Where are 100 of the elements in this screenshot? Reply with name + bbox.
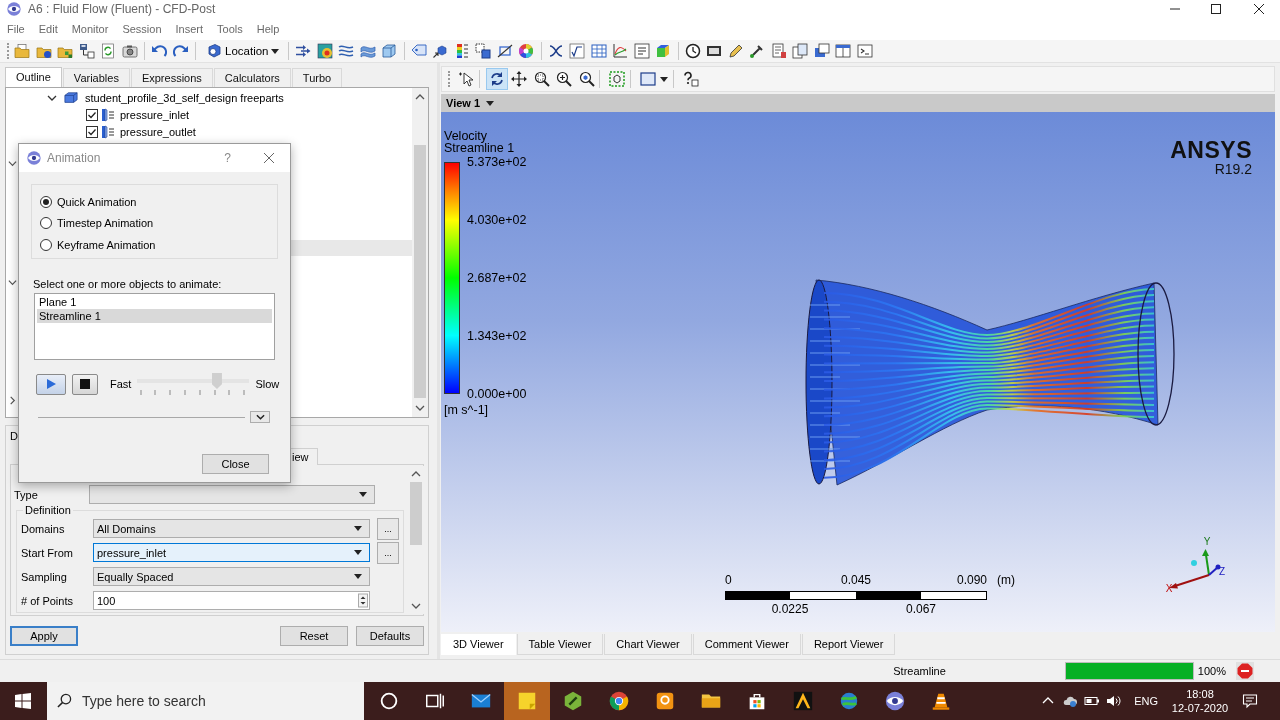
dropdown[interactable]: Equally Spaced: [93, 567, 370, 586]
menu-item[interactable]: Tools: [210, 22, 250, 36]
tab[interactable]: Table Viewer: [516, 634, 604, 655]
location-button[interactable]: Location: [202, 41, 284, 61]
expand-button[interactable]: [250, 411, 270, 423]
pages-icon[interactable]: [792, 43, 809, 59]
tab[interactable]: Expressions: [130, 68, 213, 87]
checkbox[interactable]: [86, 108, 98, 121]
tab[interactable]: Report Viewer: [801, 634, 896, 655]
hexagon-arrow-icon[interactable]: [432, 43, 449, 59]
speaker-icon[interactable]: [1106, 693, 1123, 709]
rounded-tile-icon[interactable]: [654, 690, 676, 712]
menu-item[interactable]: Edit: [31, 22, 65, 36]
wave-lines-icon[interactable]: [338, 43, 355, 59]
redo-icon[interactable]: [172, 43, 189, 59]
ribbon-icon[interactable]: [360, 43, 376, 59]
copies-icon[interactable]: [475, 43, 492, 59]
notification-icon[interactable]: [1242, 693, 1258, 709]
clip-plane-icon[interactable]: [497, 43, 513, 59]
formula-icon[interactable]: [569, 43, 586, 59]
note-icon[interactable]: [771, 43, 787, 59]
close-icon[interactable]: [1254, 4, 1264, 14]
rectangle-icon[interactable]: [706, 43, 723, 59]
radio-label[interactable]: Timestep Animation: [57, 217, 154, 230]
language-indicator[interactable]: ENG: [1134, 695, 1158, 707]
pencil-icon[interactable]: [728, 43, 744, 59]
radio-button[interactable]: [40, 238, 52, 251]
clock[interactable]: 18:08 12-07-2020: [1168, 687, 1232, 715]
color-wheel-icon[interactable]: [518, 43, 535, 59]
view-selector[interactable]: View 1: [446, 97, 495, 109]
caret-icon[interactable]: [660, 76, 668, 82]
sticky-note-icon[interactable]: [504, 682, 550, 720]
menu-item[interactable]: Insert: [168, 22, 211, 36]
tree-item[interactable]: student_profile_3d_self_design freeparts: [85, 91, 284, 104]
action-button[interactable]: Defaults: [356, 626, 424, 646]
3d-viewport[interactable]: Velocity Streamline 1 5.373e+02 4.030e+02 2.687e+02 1.343e+02 0.000e+00 [m s^-1] ANSYS R19.2 0 0.045 0.090 (m) 0.0225 0.067 X Y Z: [441, 112, 1275, 632]
table-icon[interactable]: [591, 43, 607, 59]
text-box-icon[interactable]: [634, 43, 650, 59]
refresh-page-icon[interactable]: [100, 43, 116, 59]
more-button[interactable]: ...: [377, 541, 399, 564]
spinner-icon[interactable]: [358, 593, 368, 608]
scrollbar[interactable]: [412, 88, 428, 417]
menu-item[interactable]: Help: [249, 22, 287, 36]
color-bar-icon[interactable]: [454, 43, 470, 59]
dropdown[interactable]: pressure_inlet: [93, 543, 370, 562]
number-field[interactable]: 100: [93, 591, 370, 610]
tab[interactable]: 3D Viewer: [441, 634, 516, 655]
help-button[interactable]: ?: [224, 151, 231, 165]
action-button[interactable]: Reset: [280, 626, 348, 646]
chart-icon[interactable]: [612, 43, 629, 59]
cube-icon[interactable]: [381, 43, 398, 59]
diagram-icon[interactable]: [78, 43, 95, 59]
maximize-icon[interactable]: [1211, 4, 1221, 14]
tab[interactable]: Variables: [62, 68, 130, 87]
undo-icon[interactable]: [151, 43, 167, 59]
tab[interactable]: iew: [291, 448, 318, 465]
radio-button[interactable]: [40, 217, 52, 230]
globe-icon[interactable]: [838, 690, 860, 712]
radio-label[interactable]: Quick Animation: [57, 195, 137, 208]
tab[interactable]: Calculators: [213, 68, 291, 87]
more-button[interactable]: ...: [377, 517, 399, 540]
window-grid-icon[interactable]: [835, 43, 852, 59]
tag-icon[interactable]: [411, 43, 427, 59]
tab[interactable]: Turbo: [291, 68, 343, 87]
stop-sign-icon[interactable]: [1236, 662, 1254, 680]
checkbox[interactable]: [86, 125, 98, 138]
menu-item[interactable]: File: [0, 22, 32, 36]
radio-label[interactable]: Keyframe Animation: [57, 238, 156, 251]
rotate-icon[interactable]: [485, 68, 508, 90]
stop-button[interactable]: [72, 373, 98, 395]
colored-cube-icon[interactable]: [655, 43, 672, 59]
chevron-down-icon[interactable]: [8, 278, 17, 287]
dotted-box-icon[interactable]: [606, 68, 628, 90]
clock-icon[interactable]: [685, 43, 701, 59]
tab[interactable]: Outline: [5, 67, 62, 87]
tab[interactable]: Chart Viewer: [604, 634, 692, 655]
list-item[interactable]: Plane 1: [37, 295, 272, 309]
tree-item[interactable]: pressure_outlet: [120, 125, 196, 138]
slider-thumb[interactable]: [211, 373, 222, 389]
terminal-icon[interactable]: [857, 43, 873, 59]
close-button[interactable]: Close: [202, 454, 269, 474]
contour-icon[interactable]: [317, 43, 333, 59]
dropdown[interactable]: All Domains: [93, 519, 370, 538]
search-field[interactable]: Type here to search: [47, 682, 364, 720]
menu-item[interactable]: Session: [115, 22, 169, 36]
menu-item[interactable]: Monitor: [64, 22, 116, 36]
action-button[interactable]: Apply: [10, 626, 78, 646]
tree-item[interactable]: pressure_inlet: [120, 108, 190, 121]
circle-logo-icon[interactable]: [608, 690, 630, 712]
arrows-icon[interactable]: [295, 43, 312, 59]
list-item[interactable]: Streamline 1: [37, 309, 272, 323]
four-panes-icon[interactable]: [15, 693, 31, 709]
play-button[interactable]: [36, 373, 66, 395]
tab[interactable]: Comment Viewer: [692, 634, 801, 655]
eye-icon[interactable]: [884, 690, 906, 712]
radio-button[interactable]: [40, 195, 52, 208]
ring-icon[interactable]: [378, 690, 400, 712]
variable-icon[interactable]: [548, 43, 564, 59]
object-list[interactable]: Plane 1 Streamline 1: [34, 293, 275, 360]
camera-icon[interactable]: [121, 43, 138, 59]
